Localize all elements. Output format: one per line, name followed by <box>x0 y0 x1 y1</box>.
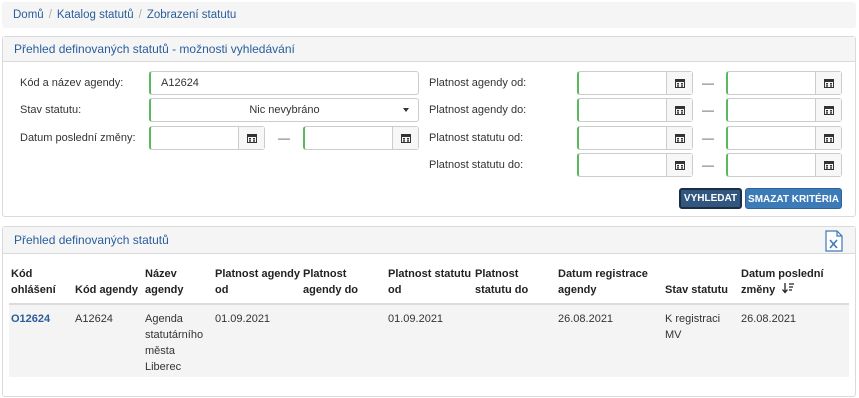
status-valid-from-end-input[interactable] <box>726 126 842 150</box>
column-header-agenda-valid-from[interactable]: Platnost agendy od <box>215 266 301 298</box>
cell-agenda-code: A12624 <box>75 313 113 325</box>
breadcrumb-separator: / <box>48 9 52 21</box>
last-change-to-input[interactable] <box>303 126 419 150</box>
calendar-icon[interactable] <box>238 127 264 149</box>
results-panel: Přehled definovaných statutů Kód ohlášen… <box>2 226 856 397</box>
column-header-status[interactable]: Stav statutu <box>665 282 737 298</box>
agenda-valid-to-start-input[interactable] <box>577 98 693 122</box>
agenda-valid-to-end-input[interactable] <box>726 98 842 122</box>
column-header-status-valid-to[interactable]: Platnost statutu do <box>475 266 555 298</box>
status-valid-to-label: Platnost statutu do: <box>429 159 524 171</box>
last-change-from-input[interactable] <box>149 126 265 150</box>
last-change-label: Datum poslední změny: <box>20 132 136 144</box>
results-panel-header: Přehled definovaných statutů <box>3 227 855 254</box>
status-select[interactable]: Nic nevybráno <box>149 98 419 122</box>
status-select-value: Nic nevybráno <box>249 104 320 116</box>
breadcrumb: Domů / Katalog statutů / Zobrazení statu… <box>2 2 856 28</box>
calendar-icon[interactable] <box>666 99 692 121</box>
breadcrumb-home[interactable]: Domů <box>13 9 44 21</box>
cell-agenda-name: Agenda statutárního města Liberec <box>145 313 204 373</box>
calendar-icon[interactable] <box>815 99 841 121</box>
status-label: Stav statutu: <box>20 104 82 116</box>
notice-code-link[interactable]: O12624 <box>11 311 50 327</box>
column-header-agenda-name[interactable]: Název agendy <box>145 266 205 298</box>
status-valid-to-end-input[interactable] <box>726 153 842 177</box>
agenda-code-input[interactable]: A12624 <box>149 71 419 95</box>
range-separator: — <box>702 76 714 90</box>
search-panel: Přehled definovaných statutů - možnosti … <box>2 36 856 217</box>
clear-criteria-button[interactable]: SMAZAT KRITÉRIA <box>745 188 842 209</box>
cell-status-valid-from: 01.09.2021 <box>388 313 444 325</box>
calendar-icon[interactable] <box>392 127 418 149</box>
calendar-icon[interactable] <box>666 154 692 176</box>
calendar-icon[interactable] <box>815 72 841 94</box>
search-panel-title: Přehled definovaných statutů - možnosti … <box>3 37 855 62</box>
column-header-agenda-code[interactable]: Kód agendy <box>75 282 141 298</box>
range-separator: — <box>702 103 714 117</box>
range-separator: — <box>702 131 714 145</box>
cell-agenda-valid-from: 01.09.2021 <box>215 313 271 325</box>
calendar-icon[interactable] <box>815 127 841 149</box>
caret-down-icon <box>403 108 409 112</box>
column-header-last-change-cell[interactable]: Datum poslední změny <box>741 266 841 298</box>
results-panel-title: Přehled definovaných statutů <box>14 233 169 247</box>
excel-export-icon[interactable] <box>825 230 843 262</box>
agenda-valid-from-end-input[interactable] <box>726 71 842 95</box>
breadcrumb-separator: / <box>138 9 142 21</box>
calendar-icon[interactable] <box>666 127 692 149</box>
sort-descending-icon[interactable] <box>782 283 795 297</box>
agenda-code-label: Kód a název agendy: <box>20 77 124 89</box>
column-header-notice-code[interactable]: Kód ohlášení <box>11 266 67 298</box>
cell-registration-date: 26.08.2021 <box>558 313 614 325</box>
range-separator: — <box>702 158 714 172</box>
cell-status: K registraci MV <box>665 313 721 341</box>
breadcrumb-current[interactable]: Zobrazení statutu <box>147 9 237 21</box>
cell-last-change: 26.08.2021 <box>741 313 797 325</box>
breadcrumb-catalog[interactable]: Katalog statutů <box>57 9 134 21</box>
agenda-valid-from-start-input[interactable] <box>577 71 693 95</box>
column-header-status-valid-from[interactable]: Platnost statutu od <box>388 266 476 298</box>
agenda-valid-from-label: Platnost agendy od: <box>429 77 527 89</box>
calendar-icon[interactable] <box>666 72 692 94</box>
status-valid-from-start-input[interactable] <box>577 126 693 150</box>
calendar-icon[interactable] <box>815 154 841 176</box>
column-header-registration-date[interactable]: Datum registrace agendy <box>558 266 658 298</box>
column-header-agenda-valid-to[interactable]: Platnost agendy do <box>303 266 383 298</box>
status-valid-to-start-input[interactable] <box>577 153 693 177</box>
agenda-valid-to-label: Platnost agendy do: <box>429 104 527 116</box>
search-button[interactable]: VYHLEDAT <box>679 188 742 209</box>
status-valid-from-label: Platnost statutu od: <box>429 132 524 144</box>
range-separator: — <box>278 131 290 145</box>
